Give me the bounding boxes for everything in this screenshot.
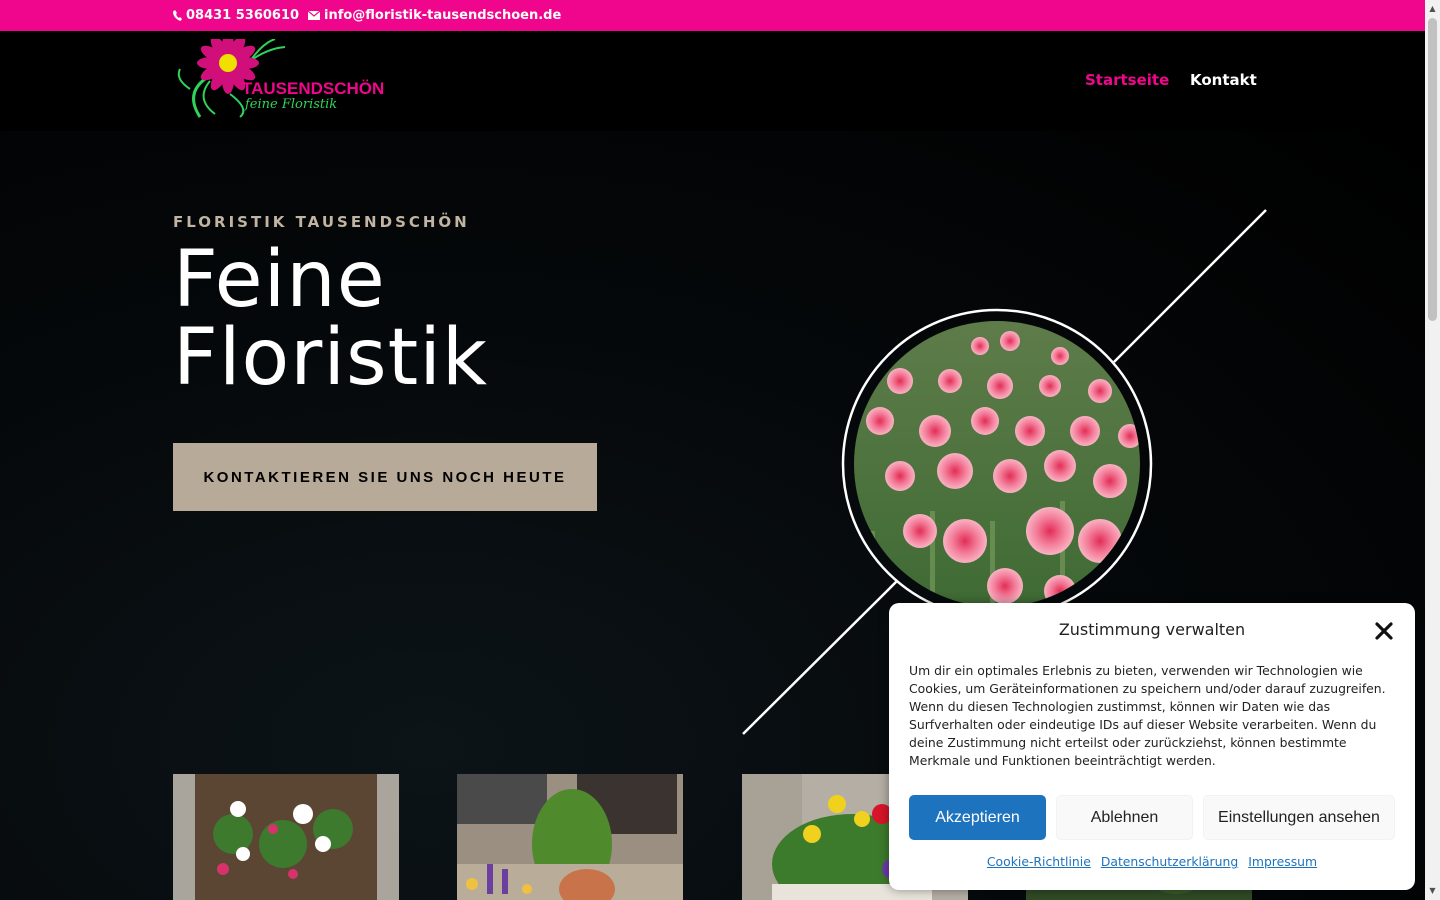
- imprint-link[interactable]: Impressum: [1248, 854, 1317, 869]
- deny-button[interactable]: Ablehnen: [1056, 795, 1193, 840]
- logo-text: TAUSENDSCHÖN: [242, 79, 385, 98]
- close-icon[interactable]: [1372, 619, 1396, 643]
- hero-eyebrow: FLORISTIK TAUSENDSCHÖN: [173, 213, 470, 231]
- hero-headline: Feine Floristik: [173, 241, 488, 397]
- topbar-email[interactable]: info@floristik-tausendschoen.de: [308, 8, 561, 23]
- phone-icon: [173, 10, 182, 21]
- view-preferences-button[interactable]: Einstellungen ansehen: [1203, 795, 1395, 840]
- nav-startseite[interactable]: Startseite: [1085, 71, 1169, 89]
- diagonal-line-bottom: [742, 580, 898, 735]
- gallery-image-1[interactable]: [173, 774, 399, 900]
- diagonal-line-top: [1113, 209, 1267, 363]
- hero-headline-line-1: Feine: [173, 235, 386, 325]
- scroll-down-arrow-icon[interactable]: ▼: [1428, 886, 1437, 895]
- page-scrollbar[interactable]: ▲ ▼: [1425, 0, 1440, 900]
- site-header: TAUSENDSCHÖN feine Floristik Startseite …: [0, 31, 1425, 131]
- site-logo[interactable]: TAUSENDSCHÖN feine Floristik: [175, 32, 384, 119]
- modal-links: Cookie-Richtlinie Datenschutzerklärung I…: [889, 854, 1415, 869]
- accept-button[interactable]: Akzeptieren: [909, 795, 1046, 840]
- contact-cta-button[interactable]: KONTAKTIEREN SIE UNS NOCH HEUTE: [173, 443, 597, 511]
- topbar-phone[interactable]: 08431 5360610: [173, 8, 299, 23]
- flower-photo: [854, 321, 1140, 607]
- cookie-consent-modal: Zustimmung verwalten Um dir ein optimale…: [889, 603, 1415, 890]
- cookie-policy-link[interactable]: Cookie-Richtlinie: [987, 854, 1091, 869]
- modal-body-text: Um dir ein optimales Erlebnis zu bieten,…: [909, 663, 1386, 768]
- hero-headline-line-2: Floristik: [173, 313, 489, 403]
- nav-kontakt[interactable]: Kontakt: [1190, 71, 1257, 89]
- privacy-policy-link[interactable]: Datenschutzerklärung: [1101, 854, 1238, 869]
- mail-icon: [308, 11, 320, 20]
- gallery-image-2[interactable]: [457, 774, 683, 900]
- scrollbar-thumb[interactable]: [1428, 18, 1437, 321]
- modal-title: Zustimmung verwalten: [1058, 620, 1246, 639]
- email-address[interactable]: info@floristik-tausendschoen.de: [324, 8, 561, 23]
- top-bar: 08431 5360610 info@floristik-tausendscho…: [0, 0, 1425, 31]
- phone-number[interactable]: 08431 5360610: [186, 8, 299, 23]
- scroll-up-arrow-icon[interactable]: ▲: [1428, 4, 1437, 13]
- logo-subtext: feine Floristik: [245, 97, 338, 112]
